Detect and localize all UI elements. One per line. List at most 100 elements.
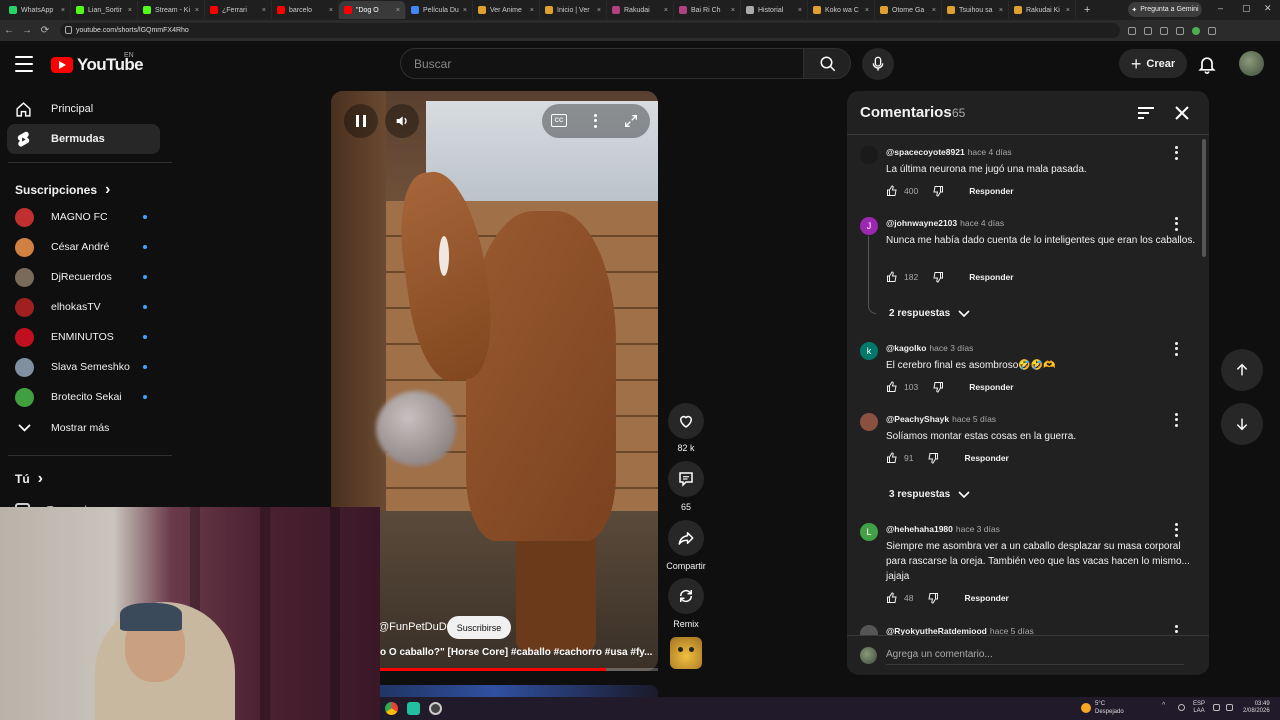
view-replies-button[interactable]: 2 respuestas <box>889 308 970 319</box>
subscriptions-heading[interactable]: Suscripciones › <box>15 181 110 199</box>
tab-close-icon[interactable]: × <box>597 7 601 14</box>
dislike-icon[interactable] <box>932 381 944 393</box>
mic-tray-icon[interactable] <box>1178 704 1185 711</box>
like-icon[interactable] <box>886 185 898 197</box>
sidebar-subscription-item[interactable]: Slava Semeshko <box>15 353 155 381</box>
browser-tab[interactable]: Inicio | Ver × <box>540 1 607 19</box>
pause-button[interactable] <box>344 104 378 138</box>
obs-taskbar-icon[interactable] <box>429 702 442 715</box>
add-comment-input[interactable]: Agrega un comentario... <box>886 649 993 660</box>
channel-name[interactable]: @FunPetDuDu <box>378 621 453 633</box>
like-button[interactable] <box>668 403 704 439</box>
comment-avatar[interactable]: L <box>860 523 878 541</box>
tab-close-icon[interactable]: × <box>1066 7 1070 14</box>
more-options-icon[interactable] <box>593 113 597 129</box>
comment-author[interactable]: @PeachyShayk <box>886 414 949 424</box>
comment-author[interactable]: @spacecoyote8921 <box>886 147 965 157</box>
browser-menu-icon[interactable] <box>1208 26 1216 35</box>
like-icon[interactable] <box>886 592 898 604</box>
network-icon[interactable] <box>1213 704 1220 711</box>
sidebar-subscription-item[interactable]: elhokasTV <box>15 293 155 321</box>
comment-time[interactable]: hace 4 días <box>968 147 1012 157</box>
reload-button[interactable]: ⟳ <box>36 25 54 36</box>
chrome-taskbar-icon[interactable] <box>385 702 398 715</box>
tab-close-icon[interactable]: × <box>61 7 65 14</box>
browser-tab[interactable]: Rakudai Ki × <box>1009 1 1076 19</box>
comment-avatar[interactable] <box>860 413 878 431</box>
reply-button[interactable]: Responder <box>969 186 1013 196</box>
comments-scrollbar[interactable] <box>1202 139 1206 257</box>
close-icon[interactable] <box>1175 106 1189 120</box>
tab-close-icon[interactable]: × <box>463 7 467 14</box>
reply-button[interactable]: Responder <box>964 593 1008 603</box>
dislike-icon[interactable] <box>932 185 944 197</box>
back-button[interactable]: ← <box>0 25 18 36</box>
comment-more-icon[interactable] <box>1170 341 1182 357</box>
next-short-button[interactable] <box>1221 403 1263 445</box>
tab-close-icon[interactable]: × <box>865 7 869 14</box>
comments-button[interactable] <box>668 461 704 497</box>
tab-close-icon[interactable]: × <box>530 7 534 14</box>
browser-tab[interactable]: Lian_Sortir × <box>71 1 138 19</box>
sidebar-subscription-item[interactable]: MAGNO FC <box>15 203 155 231</box>
comment-more-icon[interactable] <box>1170 145 1182 161</box>
volume-button[interactable] <box>385 104 419 138</box>
browser-tab[interactable]: Stream - Ki × <box>138 1 205 19</box>
sidebar-subscription-item[interactable]: ENMINUTOS <box>15 323 155 351</box>
browser-tab[interactable]: Koko wa C × <box>808 1 875 19</box>
tab-close-icon[interactable]: × <box>396 7 400 14</box>
shorts-video-player[interactable]: CC <box>331 91 658 671</box>
subscribe-button[interactable]: Suscribirse <box>447 616 511 639</box>
browser-tab[interactable]: barcelo × <box>272 1 339 19</box>
dislike-icon[interactable] <box>927 592 939 604</box>
forward-button[interactable]: → <box>18 25 36 36</box>
translate-icon[interactable] <box>1128 26 1136 35</box>
comment-time[interactable]: hace 3 días <box>929 343 973 353</box>
like-icon[interactable] <box>886 381 898 393</box>
maximize-window-button[interactable]: ▢ <box>1242 3 1251 14</box>
tab-close-icon[interactable]: × <box>329 7 333 14</box>
tab-close-icon[interactable]: × <box>128 7 132 14</box>
tab-close-icon[interactable]: × <box>195 7 199 14</box>
volume-tray-icon[interactable] <box>1226 704 1233 711</box>
comment-avatar[interactable] <box>860 146 878 164</box>
minimize-window-button[interactable]: – <box>1218 3 1223 13</box>
menu-icon[interactable] <box>15 56 33 72</box>
sort-icon[interactable] <box>1137 106 1155 120</box>
comment-avatar[interactable]: k <box>860 342 878 360</box>
reply-button[interactable]: Responder <box>969 382 1013 392</box>
comment-avatar[interactable]: J <box>860 217 878 235</box>
reply-button[interactable]: Responder <box>969 272 1013 282</box>
site-info-icon[interactable] <box>65 26 72 34</box>
tab-close-icon[interactable]: × <box>999 7 1003 14</box>
account-avatar[interactable] <box>1239 51 1264 76</box>
tab-close-icon[interactable]: × <box>731 7 735 14</box>
profile-icon[interactable] <box>1192 26 1200 35</box>
browser-tab[interactable]: Tsuihou sa × <box>942 1 1009 19</box>
weather-widget[interactable]: 5°C Despejado <box>1081 700 1124 716</box>
previous-short-button[interactable] <box>1221 349 1263 391</box>
browser-tab[interactable]: "Dog O × <box>339 1 406 19</box>
browser-tab[interactable]: Historial × <box>741 1 808 19</box>
sound-thumbnail[interactable] <box>670 637 702 669</box>
view-replies-button[interactable]: 3 respuestas <box>889 489 970 500</box>
search-button[interactable] <box>803 48 851 79</box>
app-taskbar-icon[interactable] <box>407 702 420 715</box>
new-tab-button[interactable]: + <box>1084 4 1090 16</box>
fullscreen-icon[interactable] <box>623 113 639 129</box>
tab-close-icon[interactable]: × <box>798 7 802 14</box>
browser-tab[interactable]: Ver Anime × <box>473 1 540 19</box>
bookmark-icon[interactable] <box>1160 26 1168 35</box>
sidebar-subscription-item[interactable]: César André <box>15 233 155 261</box>
comment-time[interactable]: hace 3 días <box>956 524 1000 534</box>
browser-tab[interactable]: WhatsApp × <box>4 1 71 19</box>
comment-author[interactable]: @johnwayne2103 <box>886 218 957 228</box>
browser-tab[interactable]: Otome Ga × <box>875 1 942 19</box>
comment-more-icon[interactable] <box>1170 522 1182 538</box>
tab-close-icon[interactable]: × <box>664 7 668 14</box>
sidebar-subscription-item[interactable]: DjRecuerdos <box>15 263 155 291</box>
browser-tab[interactable]: Rakudai × <box>607 1 674 19</box>
sidebar-subscription-item[interactable]: Brotecito Sekai <box>15 383 155 411</box>
dislike-icon[interactable] <box>932 271 944 283</box>
captions-icon[interactable]: CC <box>551 114 567 127</box>
